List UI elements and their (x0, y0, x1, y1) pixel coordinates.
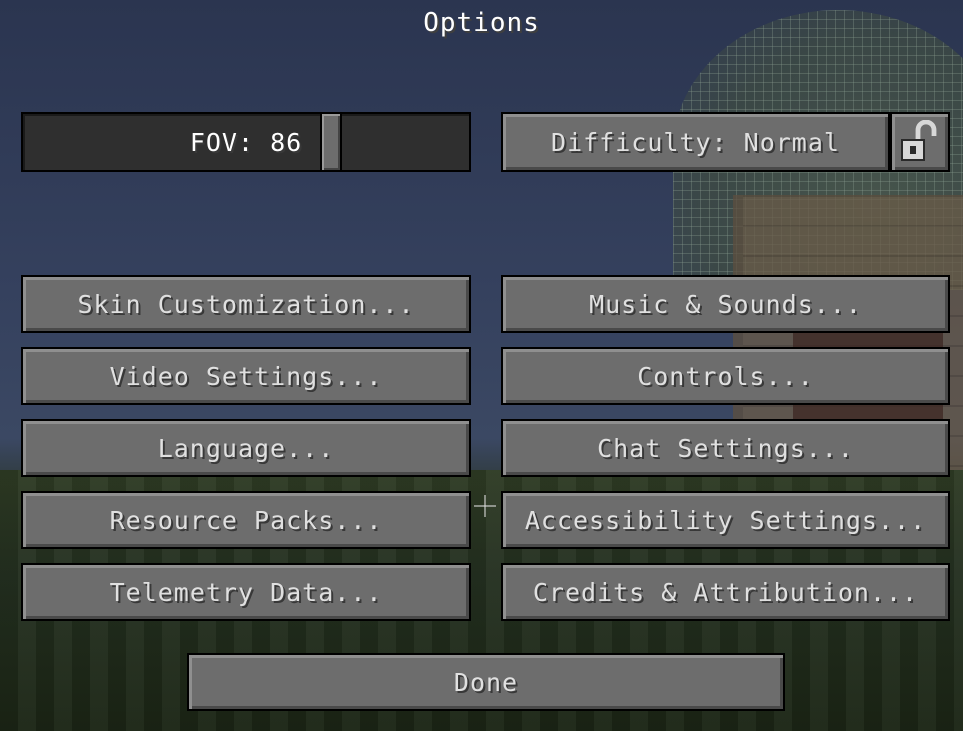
fov-slider-handle[interactable] (320, 112, 342, 172)
language-button[interactable]: Language... (21, 419, 471, 477)
fov-slider-label: FOV: 86 (189, 127, 303, 157)
done-button[interactable]: Done (187, 653, 785, 711)
credits-attribution-label: Credits & Attribution... (532, 577, 919, 607)
accessibility-settings-button[interactable]: Accessibility Settings... (501, 491, 950, 549)
telemetry-data-label: Telemetry Data... (109, 577, 383, 607)
skin-customization-button[interactable]: Skin Customization... (21, 275, 471, 333)
chat-settings-label: Chat Settings... (597, 433, 854, 463)
resource-packs-label: Resource Packs... (109, 505, 383, 535)
music-sounds-button[interactable]: Music & Sounds... (501, 275, 950, 333)
telemetry-data-button[interactable]: Telemetry Data... (21, 563, 471, 621)
skin-customization-label: Skin Customization... (77, 289, 415, 319)
resource-packs-button[interactable]: Resource Packs... (21, 491, 471, 549)
video-settings-button[interactable]: Video Settings... (21, 347, 471, 405)
credits-attribution-button[interactable]: Credits & Attribution... (501, 563, 950, 621)
music-sounds-label: Music & Sounds... (589, 289, 862, 319)
accessibility-settings-label: Accessibility Settings... (524, 505, 927, 535)
crosshair-icon (474, 495, 496, 517)
controls-button[interactable]: Controls... (501, 347, 950, 405)
video-settings-label: Video Settings... (109, 361, 383, 391)
language-label: Language... (157, 433, 335, 463)
chat-settings-button[interactable]: Chat Settings... (501, 419, 950, 477)
difficulty-lock-button[interactable] (890, 112, 950, 172)
done-label: Done (453, 667, 519, 697)
difficulty-button[interactable]: Difficulty: Normal (501, 112, 890, 172)
unlocked-padlock-icon (901, 120, 937, 161)
page-title: Options (423, 8, 540, 38)
fov-slider[interactable]: FOV: 86 (21, 112, 471, 172)
controls-label: Controls... (637, 361, 814, 391)
difficulty-button-label: Difficulty: Normal (551, 127, 840, 157)
